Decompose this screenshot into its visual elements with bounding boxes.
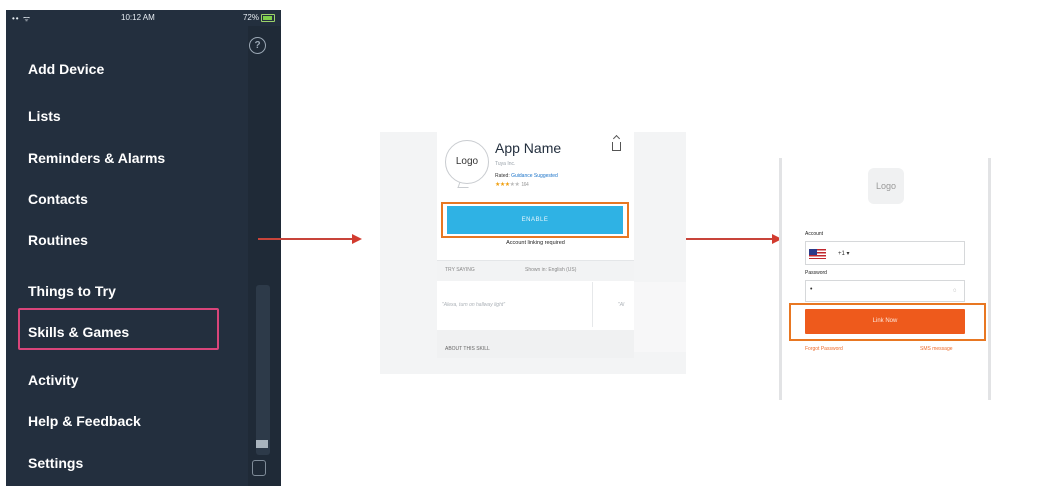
login-logo: Logo <box>868 168 904 204</box>
menu-item-add-device[interactable]: Add Device <box>28 61 104 77</box>
menu-item-activity[interactable]: Activity <box>28 372 79 388</box>
signal-icon: •• ᯤ <box>12 14 32 23</box>
alexa-menu-panel: •• ᯤ 10:12 AM 72% ? Add Device Lists Rem… <box>6 10 281 486</box>
password-field[interactable] <box>805 280 965 302</box>
carousel-shade <box>634 282 686 352</box>
account-label: Account <box>805 231 824 237</box>
skill-logo: Logo <box>445 140 489 184</box>
stars-filled: ★★★ <box>495 182 510 188</box>
login-panel-left-edge <box>779 158 782 400</box>
password-label: Password <box>805 270 827 276</box>
battery-icon <box>261 14 275 22</box>
try-saying-label: TRY SAYING <box>445 267 475 273</box>
forgot-password-link[interactable]: Forgot Password <box>805 346 843 352</box>
sample-utterance-1: "Alexa, turn on hallway light" <box>442 302 506 308</box>
sample-utterance-2: "Al <box>618 302 625 308</box>
country-code-select[interactable]: +1 ▾ <box>838 250 850 257</box>
star-rating: ★★★★★ 164 <box>495 181 529 188</box>
us-flag-icon[interactable] <box>809 249 826 259</box>
skills-games-highlight <box>18 308 219 350</box>
menu-item-lists[interactable]: Lists <box>28 108 61 124</box>
menu-item-settings[interactable]: Settings <box>28 455 83 471</box>
menu-item-things-to-try[interactable]: Things to Try <box>28 283 116 299</box>
skill-rating-info: Rated: Guidance Suggested <box>495 173 558 179</box>
menu-item-reminders-alarms[interactable]: Reminders & Alarms <box>28 150 165 166</box>
skill-publisher: Tuya Inc. <box>495 161 516 167</box>
arrow-2-line <box>676 238 774 240</box>
skill-app-name: App Name <box>495 140 562 156</box>
menu-item-routines[interactable]: Routines <box>28 232 88 248</box>
stars-empty: ★★ <box>509 182 520 188</box>
about-section-bar <box>437 330 634 358</box>
password-value: • <box>810 286 813 293</box>
sms-message-link[interactable]: SMS message <box>920 346 953 352</box>
share-icon[interactable] <box>612 142 621 151</box>
scrollbar-thumb[interactable] <box>256 440 268 448</box>
menu-item-contacts[interactable]: Contacts <box>28 191 88 207</box>
link-now-highlight <box>789 303 986 341</box>
device-icon[interactable] <box>252 460 266 476</box>
language-selector[interactable]: Shown in: English (US) <box>525 267 576 273</box>
utterance-divider <box>592 282 593 327</box>
skill-detail-panel: Logo App Name Tuya Inc. Rated: Guidance … <box>380 132 686 374</box>
arrow-1-head <box>352 234 362 244</box>
battery-percent: 72% <box>242 13 259 22</box>
about-this-skill-heading: ABOUT THIS SKILL <box>445 346 490 352</box>
menu-item-help-feedback[interactable]: Help & Feedback <box>28 413 141 429</box>
account-field[interactable] <box>805 241 965 265</box>
enable-button-highlight <box>441 202 629 238</box>
arrow-1-line <box>258 238 354 240</box>
status-bar: •• ᯤ 10:12 AM 72% <box>6 10 281 26</box>
review-count: 164 <box>521 182 529 188</box>
rated-guidance-link[interactable]: Guidance Suggested <box>511 173 558 179</box>
help-icon[interactable]: ? <box>249 37 266 54</box>
status-time: 10:12 AM <box>121 13 155 22</box>
scrollbar-track[interactable] <box>256 285 270 455</box>
account-linking-note: Account linking required <box>506 240 565 246</box>
show-password-icon[interactable]: ◌ <box>953 288 957 294</box>
rated-label: Rated: <box>495 173 510 179</box>
login-panel-right-edge <box>988 158 991 400</box>
